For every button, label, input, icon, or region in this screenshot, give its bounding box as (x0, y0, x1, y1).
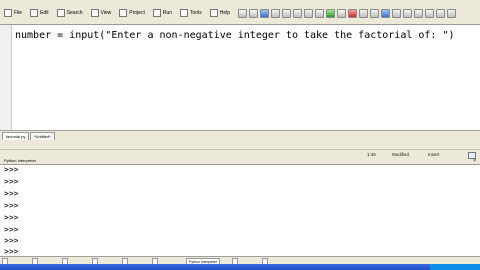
menu-tools[interactable]: Tools (176, 8, 206, 19)
os-taskbar (0, 264, 480, 270)
paste-button[interactable] (293, 9, 303, 18)
shell-prompt: >>> (4, 201, 19, 210)
menu-bar: File Edit Search View Project Run Tools … (0, 8, 480, 19)
shell-prompt: >>> (4, 236, 19, 245)
menu-file-label: File (14, 10, 23, 16)
status-modified: Modified (392, 152, 410, 157)
zoom-in-button[interactable] (425, 9, 435, 18)
preferences-button[interactable] (447, 9, 457, 18)
title-bar (0, 0, 480, 8)
shell-prompt: >>> (4, 189, 19, 198)
debug-button[interactable] (337, 9, 347, 18)
pane-splitter[interactable] (0, 140, 480, 149)
project-icon (119, 8, 128, 17)
shell-prompt: >>> (4, 213, 19, 222)
undo-button[interactable] (304, 9, 314, 18)
new-file-button[interactable] (238, 9, 248, 18)
run-button[interactable] (326, 9, 336, 18)
comment-button[interactable] (403, 9, 413, 18)
toolbar (234, 9, 480, 18)
menu-file[interactable]: File (0, 8, 26, 19)
menu-run[interactable]: Run (149, 8, 176, 19)
indent-button[interactable] (381, 9, 391, 18)
status-insert-mode: Insert (428, 152, 440, 157)
tools-icon (180, 8, 189, 17)
cut-button[interactable] (271, 9, 281, 18)
shell-title: Python Interpreter (4, 158, 37, 163)
code-editor[interactable]: number = input("Enter a non-negative int… (0, 24, 480, 131)
menu-help-label: Help (219, 10, 231, 16)
menu-edit[interactable]: Edit (26, 8, 53, 19)
menu-help[interactable]: Help (206, 8, 234, 19)
shell-prompt: >>> (4, 177, 19, 186)
copy-button[interactable] (282, 9, 292, 18)
menu-search[interactable]: Search (53, 8, 87, 19)
zoom-out-button[interactable] (436, 9, 446, 18)
run-icon (152, 8, 161, 17)
file-icon (4, 8, 12, 17)
open-file-button[interactable] (249, 9, 259, 18)
search-icon (56, 8, 65, 17)
help-icon (209, 8, 218, 17)
menu-view[interactable]: View (87, 8, 116, 19)
status-position: 1:45 (367, 152, 376, 157)
replace-button[interactable] (370, 9, 380, 18)
save-button[interactable] (260, 9, 270, 18)
menu-project-label: Project (129, 10, 145, 16)
view-icon (90, 8, 99, 17)
shell-prompt: >>> (4, 165, 19, 174)
shell-prompt: >>> (4, 247, 19, 256)
stop-button[interactable] (348, 9, 358, 18)
menu-project[interactable]: Project (115, 8, 149, 19)
menu-view-label: View (100, 10, 112, 16)
app-window: File Edit Search View Project Run Tools … (0, 0, 480, 270)
menu-run-label: Run (162, 10, 173, 16)
find-button[interactable] (359, 9, 369, 18)
line-number-gutter (0, 25, 12, 131)
redo-button[interactable] (315, 9, 325, 18)
uncomment-button[interactable] (414, 9, 424, 18)
edit-icon (30, 8, 39, 17)
menu-edit-label: Edit (40, 10, 49, 16)
outdent-button[interactable] (392, 9, 402, 18)
code-line-1[interactable]: number = input("Enter a non-negative int… (15, 30, 455, 41)
shell-prompt: >>> (4, 225, 19, 234)
system-tray (430, 264, 480, 270)
python-shell[interactable]: >>> >>> >>> >>> >>> >>> >>> >>> (0, 164, 480, 257)
menu-tools-label: Tools (190, 10, 202, 16)
menu-search-label: Search (66, 10, 83, 16)
